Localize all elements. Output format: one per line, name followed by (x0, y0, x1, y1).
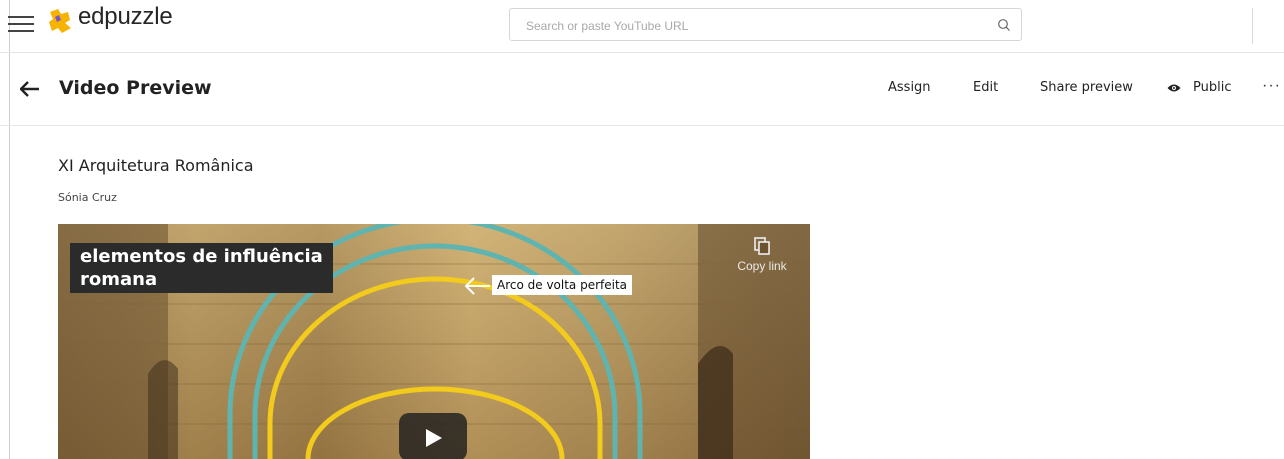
video-caption-box: elementos de influência romana (70, 243, 333, 293)
caption-line-1: elementos de influência (80, 246, 323, 267)
top-navigation-bar: edpuzzle (0, 0, 1284, 53)
search-input[interactable] (524, 15, 988, 37)
eye-icon[interactable] (1167, 83, 1181, 93)
search-icon[interactable] (997, 18, 1011, 32)
copy-link-label: Copy link (737, 259, 787, 273)
caption-line-2: romana (80, 269, 158, 290)
video-title: XI Arquitetura Românica (58, 156, 254, 175)
page-title: Video Preview (59, 77, 212, 99)
hamburger-menu-icon[interactable] (8, 14, 34, 34)
search-bar[interactable] (509, 8, 1022, 41)
play-button[interactable] (399, 413, 467, 459)
assign-button[interactable]: Assign (888, 80, 931, 95)
edpuzzle-logo-icon[interactable] (46, 6, 74, 36)
topbar-divider (1252, 8, 1253, 44)
back-arrow-icon[interactable] (20, 81, 40, 97)
copy-icon[interactable] (754, 237, 770, 255)
share-preview-button[interactable]: Share preview (1040, 80, 1133, 95)
more-options-icon[interactable]: ··· (1262, 77, 1281, 95)
copy-link-button[interactable]: Copy link (730, 237, 794, 273)
public-visibility-button[interactable]: Public (1193, 80, 1231, 95)
arch-annotation-label: Arco de volta perfeita (492, 275, 633, 295)
edit-button[interactable]: Edit (973, 80, 998, 95)
video-player[interactable]: elementos de influência romana Arco de v… (58, 224, 810, 459)
page-header: Video Preview Assign Edit Share preview … (0, 53, 1284, 126)
video-author: Sónia Cruz (58, 191, 117, 204)
app-logo-text[interactable]: edpuzzle (78, 3, 173, 31)
play-icon (426, 429, 442, 447)
